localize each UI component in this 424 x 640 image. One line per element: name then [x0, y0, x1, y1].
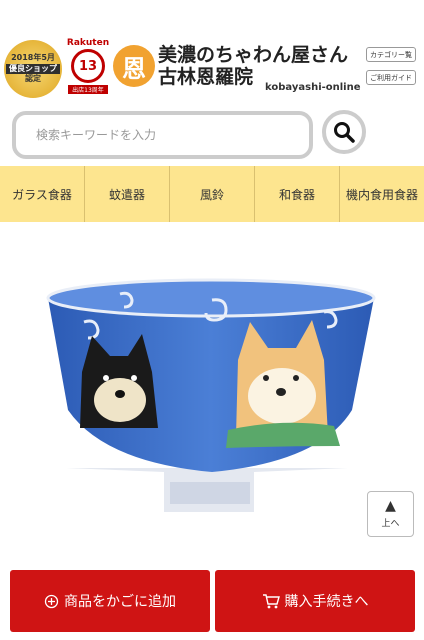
- cart-icon: [262, 593, 280, 609]
- shop-logo[interactable]: 恩: [113, 45, 155, 87]
- award-badge-line1: 2018年5月: [11, 53, 55, 63]
- category-button[interactable]: カテゴリー覧: [366, 47, 416, 62]
- guide-button[interactable]: ご利用ガイド: [366, 70, 416, 85]
- header: 2018年5月 優良ショップ 認定 Rakuten 13 出店13周年 恩 美濃…: [0, 0, 424, 104]
- search-button[interactable]: [322, 110, 366, 154]
- nav-item-glass[interactable]: ガラス食器: [0, 166, 85, 222]
- award-badge-line2: 優良ショップ: [6, 63, 60, 75]
- rice-bowl-image: [46, 278, 376, 512]
- plus-circle-icon: [44, 594, 59, 609]
- nav-item-japanese-tableware[interactable]: 和食器: [255, 166, 340, 222]
- add-to-cart-button[interactable]: 商品をかごに追加: [10, 570, 210, 632]
- rakuten-brand: Rakuten: [66, 38, 110, 48]
- checkout-button[interactable]: 購入手続きへ: [215, 570, 415, 632]
- category-nav: ガラス食器 蚊遣器 風鈴 和食器 機内食用食器: [0, 166, 424, 222]
- add-to-cart-label: 商品をかごに追加: [64, 594, 176, 610]
- nav-item-mosquito-pot[interactable]: 蚊遣器: [85, 166, 170, 222]
- arrow-up-icon: ▲: [385, 498, 396, 514]
- checkout-label: 購入手続きへ: [284, 594, 369, 610]
- rakuten-badge: Rakuten 13 出店13周年: [64, 38, 112, 98]
- nav-item-inflight-tableware[interactable]: 機内食用食器: [340, 166, 424, 222]
- product-image: [0, 250, 424, 520]
- scroll-top-label: 上へ: [381, 519, 400, 529]
- award-badge: 2018年5月 優良ショップ 認定: [4, 40, 62, 98]
- search-box: [12, 111, 313, 159]
- shop-subtitle: kobayashi-online: [265, 82, 361, 93]
- search-icon: [334, 122, 355, 143]
- rakuten-years: 13: [71, 49, 105, 83]
- rakuten-years-label: 出店13周年: [68, 85, 108, 94]
- nav-item-wind-chime[interactable]: 風鈴: [170, 166, 255, 222]
- award-badge-line3: 認定: [25, 74, 41, 84]
- shop-name-line1: 美濃のちゃわん屋さん: [158, 44, 349, 66]
- search-input[interactable]: [34, 127, 298, 143]
- scroll-top-button[interactable]: ▲ 上へ: [367, 491, 414, 537]
